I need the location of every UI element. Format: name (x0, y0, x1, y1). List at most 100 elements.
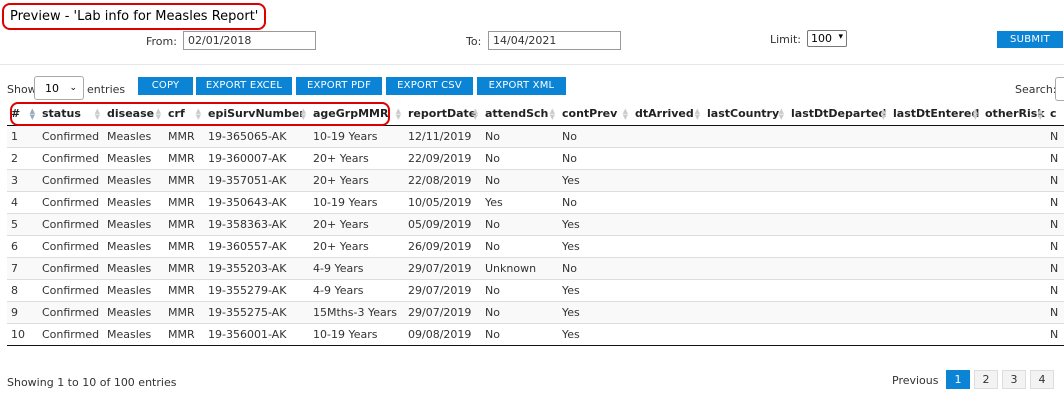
table-cell: N (1046, 124, 1064, 147)
table-cell: N (1046, 190, 1064, 213)
table-cell: 19-355275-AK (204, 300, 309, 323)
sort-icon: ▲ ▼ (195, 107, 201, 121)
to-label: To: (466, 35, 482, 48)
table-cell (631, 256, 703, 279)
table-cell: No (481, 124, 558, 147)
column-header[interactable]: # ▲ ▼ (7, 103, 38, 126)
table-cell (703, 234, 787, 257)
table-cell: Confirmed (38, 322, 103, 346)
table-cell (631, 322, 703, 346)
previous-link[interactable]: Previous (892, 374, 939, 387)
table-cell (981, 234, 1046, 257)
from-date-input[interactable]: 02/01/2018 (183, 31, 316, 50)
table-cell (787, 146, 889, 169)
table-cell: 19-355203-AK (204, 256, 309, 279)
table-row[interactable]: 3 Confirmed Measles MMR 19-357051-AK 20+ Year… (7, 168, 1064, 191)
table-cell (889, 190, 981, 213)
column-header[interactable]: ageGrpMMR ▲ ▼ (309, 103, 404, 126)
sort-icon: ▲ ▼ (94, 107, 100, 121)
submit-button[interactable]: SUBMIT (997, 31, 1063, 48)
export-pdf-button[interactable]: EXPORT PDF (296, 77, 382, 95)
table-cell: Measles (103, 190, 164, 213)
column-header[interactable]: lastDtEntered ▲ ▼ (889, 103, 981, 126)
table-cell (703, 300, 787, 323)
to-date-input[interactable]: 14/04/2021 (488, 31, 621, 50)
table-row[interactable]: 6 Confirmed Measles MMR 19-360557-AK 20+ Year… (7, 234, 1064, 257)
table-cell (703, 278, 787, 301)
table-row[interactable]: 7 Confirmed Measles MMR 19-355203-AK 4-9 Year… (7, 256, 1064, 279)
table-cell: 7 (7, 256, 38, 279)
table-cell (889, 300, 981, 323)
table-cell: 29/07/2019 (404, 300, 481, 323)
column-header[interactable]: disease ▲ ▼ (103, 103, 164, 126)
table-cell: 9 (7, 300, 38, 323)
table-cell: 4 (7, 190, 38, 213)
export-csv-button[interactable]: EXPORT CSV (386, 77, 473, 95)
table-cell: Yes (481, 190, 558, 213)
table-cell: Confirmed (38, 168, 103, 191)
table-cell (631, 190, 703, 213)
table-cell (703, 212, 787, 235)
limit-select[interactable]: 100 ▾ (807, 30, 847, 47)
show-label: Show (7, 83, 37, 96)
column-header[interactable]: reportDate ▲ ▼ (404, 103, 481, 126)
search-input[interactable] (1055, 77, 1064, 101)
column-header[interactable]: status ▲ ▼ (38, 103, 103, 126)
table-row[interactable]: 5 Confirmed Measles MMR 19-358363-AK 20+ Year… (7, 212, 1064, 235)
column-header[interactable]: dtArrived ▲ ▼ (631, 103, 703, 126)
column-header[interactable]: contPrev ▲ ▼ (558, 103, 631, 126)
table-cell: Yes (558, 234, 631, 257)
table-row[interactable]: 9 Confirmed Measles MMR 19-355275-AK 15Mths-3… (7, 300, 1064, 323)
limit-label: Limit: (770, 33, 801, 46)
table-cell (703, 146, 787, 169)
table-cell: Measles (103, 146, 164, 169)
column-header[interactable]: otherRisk ▲ ▼ (981, 103, 1046, 126)
table-cell (889, 256, 981, 279)
table-cell: Measles (103, 124, 164, 147)
table-cell: Unknown (481, 256, 558, 279)
table-cell (981, 300, 1046, 323)
table-cell: 4-9 Years (309, 256, 404, 279)
table-cell: 4-9 Years (309, 278, 404, 301)
page-title: Preview - 'Lab info for Measles Report' (10, 9, 259, 24)
table-cell: 6 (7, 234, 38, 257)
table-cell: Yes (558, 278, 631, 301)
table-cell: 09/08/2019 (404, 322, 481, 346)
sort-icon: ▲ ▼ (972, 107, 978, 121)
limit-value: 100 (811, 32, 832, 45)
table-row[interactable]: 8 Confirmed Measles MMR 19-355279-AK 4-9 Year… (7, 278, 1064, 301)
table-row[interactable]: 2 Confirmed Measles MMR 19-360007-AK 20+ Year… (7, 146, 1064, 169)
table-cell: 19-357051-AK (204, 168, 309, 191)
table-cell: 20+ Years (309, 168, 404, 191)
table-row[interactable]: 1 Confirmed Measles MMR 19-365065-AK 10-19 Ye… (7, 124, 1064, 147)
table-cell (631, 234, 703, 257)
page-button-2[interactable]: 2 (974, 370, 998, 389)
entries-select[interactable]: 10 ⌄ (34, 76, 84, 100)
copy-button[interactable]: COPY (138, 77, 193, 95)
column-header[interactable]: epiSurvNumber ▲ ▼ (204, 103, 309, 126)
from-label: From: (146, 35, 177, 48)
table-row[interactable]: 10 Confirmed Measles MMR 19-356001-AK 10-19 Y… (7, 322, 1064, 346)
table-cell: MMR (164, 322, 204, 346)
table-cell: N (1046, 212, 1064, 235)
page-button-1[interactable]: 1 (946, 370, 970, 389)
table-row[interactable]: 4 Confirmed Measles MMR 19-350643-AK 10-19 Ye… (7, 190, 1064, 213)
table-cell: Confirmed (38, 234, 103, 257)
table-cell: 22/08/2019 (404, 168, 481, 191)
table-cell: No (481, 234, 558, 257)
column-header[interactable]: attendSch ▲ ▼ (481, 103, 558, 126)
table-cell (889, 168, 981, 191)
column-header[interactable]: crf ▲ ▼ (164, 103, 204, 126)
column-header[interactable]: c (1046, 103, 1064, 126)
export-xml-button[interactable]: EXPORT XML (477, 77, 566, 95)
table-cell (981, 190, 1046, 213)
export-excel-button[interactable]: EXPORT EXCEL (196, 77, 292, 95)
column-header[interactable]: lastDtDeparted ▲ ▼ (787, 103, 889, 126)
page-button-4[interactable]: 4 (1030, 370, 1054, 389)
table-cell (631, 278, 703, 301)
report-title-box: Preview - 'Lab info for Measles Report' (2, 3, 267, 30)
table-cell: N (1046, 300, 1064, 323)
table-cell (703, 256, 787, 279)
column-header[interactable]: lastCountry ▲ ▼ (703, 103, 787, 126)
page-button-3[interactable]: 3 (1002, 370, 1026, 389)
